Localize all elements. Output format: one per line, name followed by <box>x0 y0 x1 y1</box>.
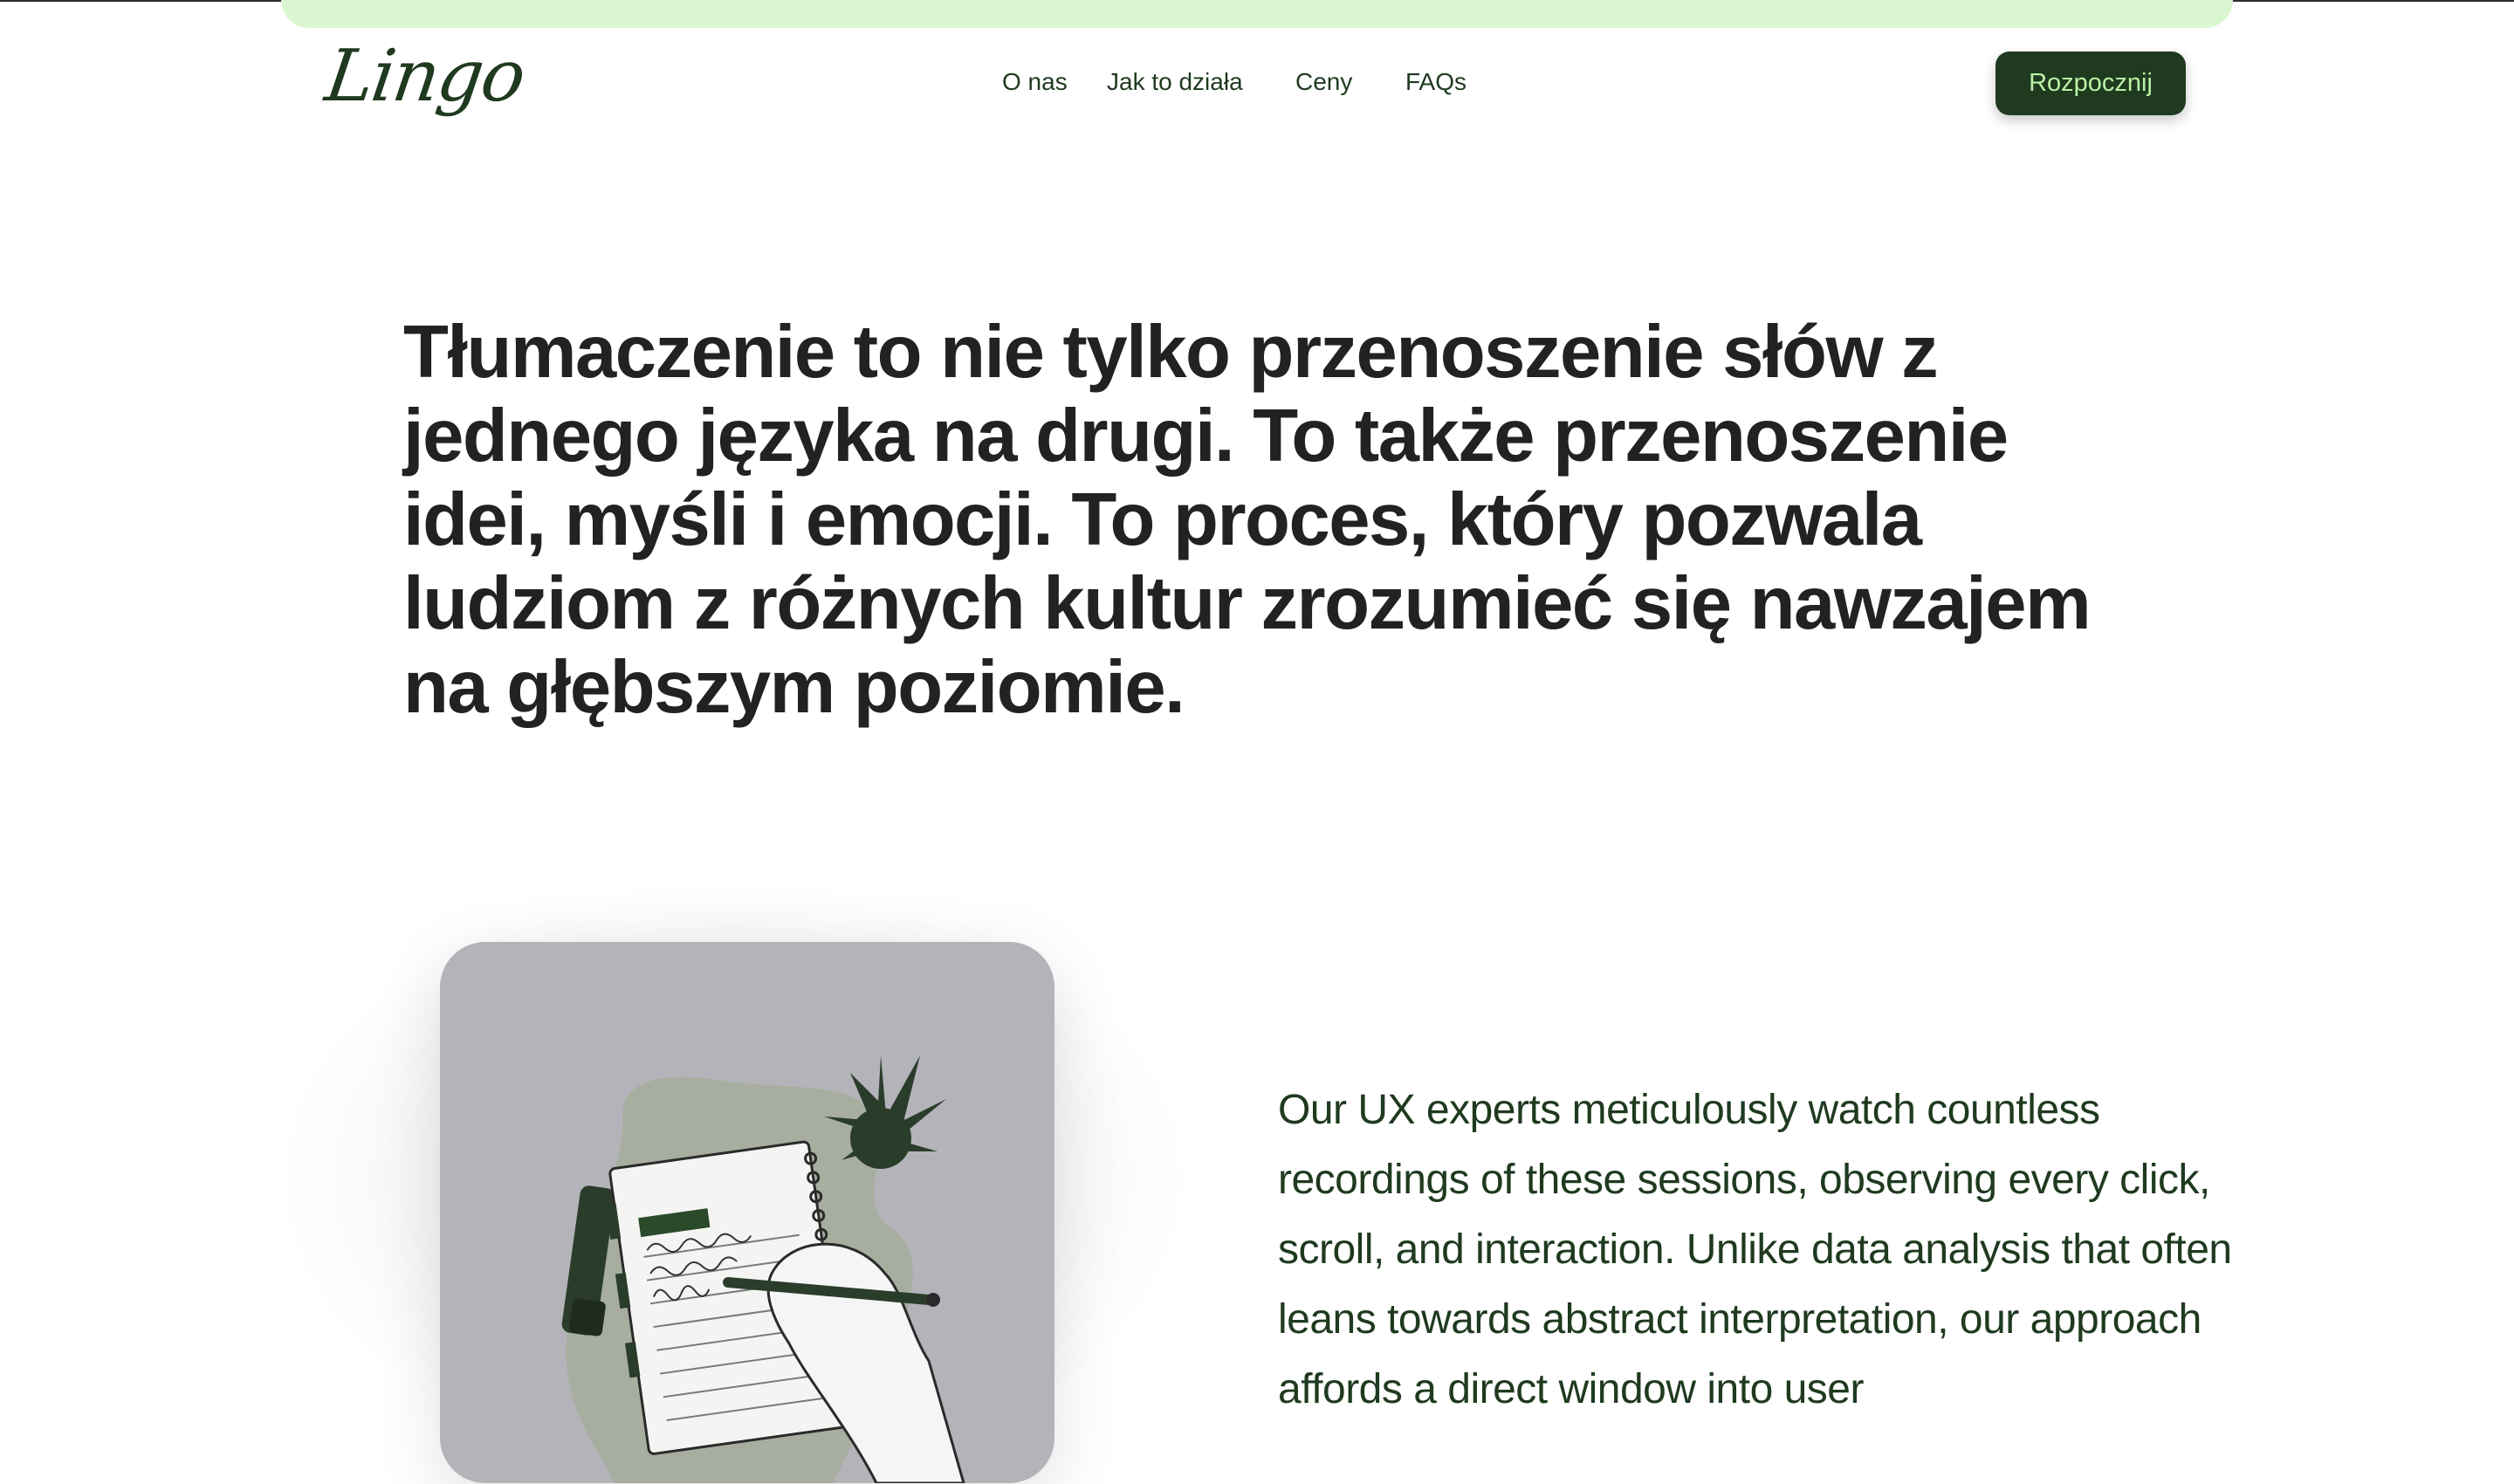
hero-headline: Tłumaczenie to nie tylko przenoszenie sł… <box>403 311 2092 729</box>
hand-writing-notebook-illustration <box>561 1055 965 1483</box>
feature-illustration-card <box>440 942 1054 1483</box>
nav-link-o-nas[interactable]: O nas <box>1002 68 1068 96</box>
feature-description: Our UX experts meticulously watch countl… <box>1278 1087 2232 1412</box>
start-button[interactable]: Rozpocznij <box>1995 52 2186 115</box>
nav-link-faqs[interactable]: FAQs <box>1405 68 1466 96</box>
nav-link-jak-to-dziala[interactable]: Jak to działa <box>1107 68 1243 96</box>
nav-link-ceny[interactable]: Ceny <box>1295 68 1352 96</box>
header-accent-strip <box>281 0 2233 28</box>
